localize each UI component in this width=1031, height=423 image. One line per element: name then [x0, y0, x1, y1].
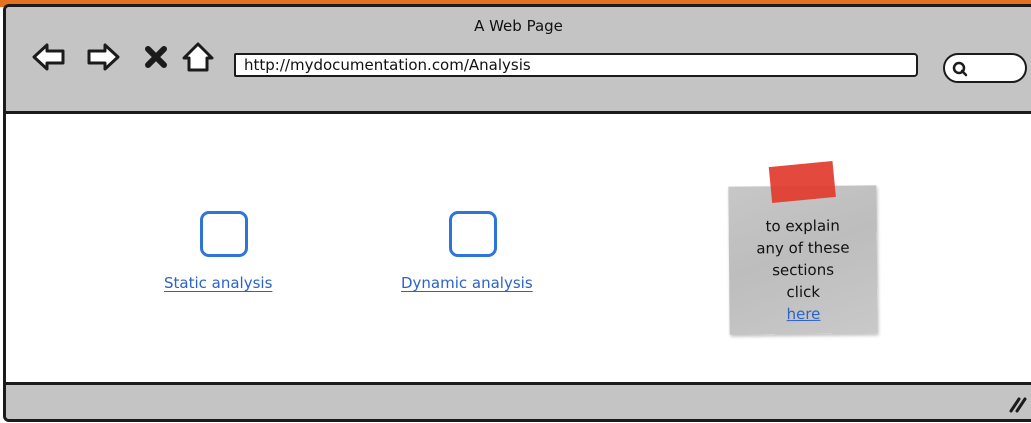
back-button[interactable] — [32, 41, 66, 73]
forward-arrow-icon — [87, 43, 120, 71]
home-button[interactable] — [181, 41, 215, 73]
note-line: click — [786, 282, 821, 302]
dynamic-analysis-checkbox[interactable] — [449, 211, 497, 257]
status-bar — [6, 382, 1031, 419]
forward-button[interactable] — [86, 41, 120, 73]
note-here-link[interactable]: here — [786, 305, 820, 323]
search-icon — [952, 61, 968, 77]
page-content: Static analysis Dynamic analysis to expl… — [6, 114, 1031, 389]
browser-chrome: A Web Page http://mydocumentation.com/An… — [6, 7, 1031, 114]
sticky-note: to explain any of these sections click h… — [728, 161, 878, 335]
static-analysis-checkbox[interactable] — [200, 211, 248, 257]
search-field[interactable] — [943, 53, 1027, 83]
stop-button[interactable] — [142, 41, 170, 73]
back-arrow-icon — [32, 43, 65, 71]
window-title: A Web Page — [474, 17, 563, 35]
note-text: to explain any of these sections click h… — [729, 214, 878, 325]
resize-grip-icon[interactable] — [1007, 393, 1027, 413]
home-icon — [182, 42, 214, 72]
static-analysis-link[interactable]: Static analysis — [164, 274, 272, 292]
note-line: any of these — [756, 238, 850, 258]
dynamic-analysis-link[interactable]: Dynamic analysis — [401, 274, 533, 292]
close-x-icon — [145, 46, 167, 68]
tape-decoration — [768, 161, 836, 203]
browser-window: A Web Page http://mydocumentation.com/An… — [3, 4, 1031, 422]
note-line: to explain — [765, 216, 840, 236]
note-line: sections — [772, 260, 835, 280]
address-bar[interactable]: http://mydocumentation.com/Analysis — [234, 53, 918, 77]
